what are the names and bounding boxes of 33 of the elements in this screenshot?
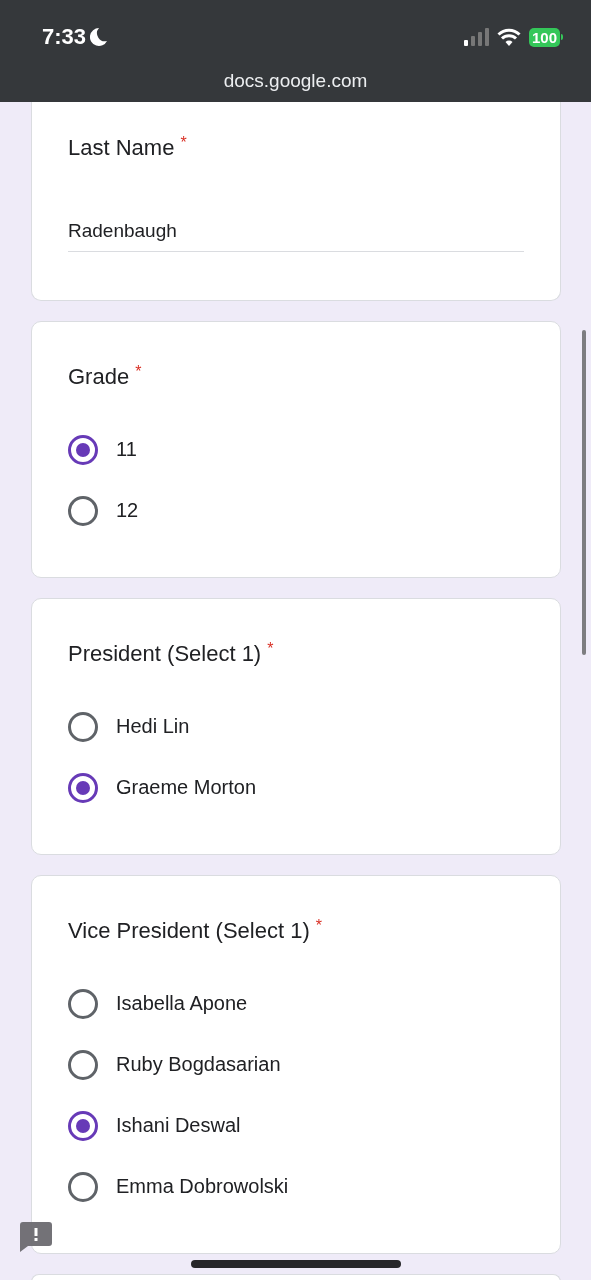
- clock-time: 7:33: [42, 24, 87, 50]
- answer-field[interactable]: Radenbaugh: [68, 219, 524, 252]
- option-label[interactable]: Emma Dobrowolski: [116, 1175, 289, 1198]
- page-url: docs.google.com: [222, 70, 369, 92]
- wifi-icon: [496, 28, 521, 46]
- question-title: Grade: [68, 363, 130, 391]
- required-asterisk: *: [315, 917, 322, 936]
- option-label[interactable]: 11: [116, 438, 137, 461]
- required-asterisk: *: [180, 134, 187, 153]
- question-title: Vice President (Select 1): [68, 917, 310, 945]
- required-asterisk: *: [267, 640, 274, 659]
- option-label[interactable]: Isabella Apone: [116, 992, 248, 1015]
- radio-button[interactable]: [68, 434, 98, 465]
- moon-icon: [90, 27, 109, 47]
- option-label[interactable]: 12: [116, 499, 139, 522]
- radio-button[interactable]: [68, 1049, 98, 1080]
- battery-icon: 100: [528, 27, 563, 47]
- required-asterisk: *: [135, 363, 142, 382]
- option-label[interactable]: Graeme Morton: [116, 776, 257, 799]
- radio-button[interactable]: [68, 711, 98, 742]
- scrollbar[interactable]: [582, 330, 586, 655]
- radio-button[interactable]: [68, 772, 98, 803]
- feedback-icon[interactable]: [20, 1222, 52, 1252]
- option-label[interactable]: Ishani Deswal: [116, 1114, 241, 1137]
- radio-button[interactable]: [68, 988, 98, 1019]
- option-label[interactable]: Hedi Lin: [116, 715, 190, 738]
- option-label[interactable]: Ruby Bogdasarian: [116, 1053, 281, 1076]
- signal-icon: [462, 28, 489, 46]
- radio-button[interactable]: [68, 1110, 98, 1141]
- radio-button[interactable]: [68, 495, 98, 526]
- radio-button[interactable]: [68, 1171, 98, 1202]
- question-title: President (Select 1): [68, 640, 262, 668]
- question-title: Last Name: [68, 134, 175, 162]
